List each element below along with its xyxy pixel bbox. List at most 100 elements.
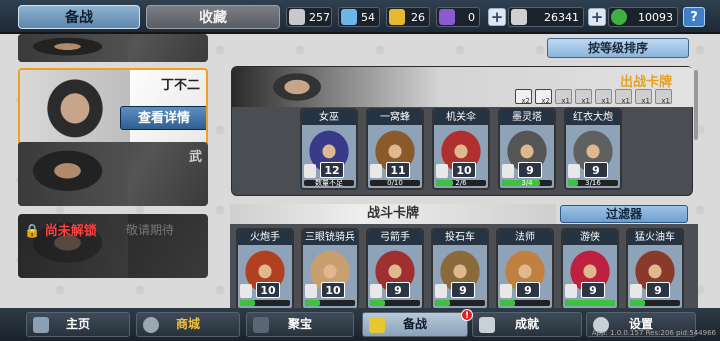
- unit-type-icon: [436, 164, 448, 178]
- silver-gem-icon: [289, 9, 305, 25]
- deck-slot: x1: [555, 89, 572, 105]
- resource-gem: 10093: [608, 7, 678, 27]
- unit-card[interactable]: 红衣大炮 9 3/16: [564, 108, 622, 190]
- shop-icon: [143, 317, 159, 333]
- unit-type-icon: [304, 164, 316, 178]
- tab-prep[interactable]: 备战: [18, 5, 140, 29]
- unit-type-icon: [502, 164, 514, 178]
- hero-card[interactable]: 武: [18, 142, 208, 206]
- card-progress-fill: [630, 300, 645, 306]
- deck-banner: 出战卡牌 x2 x2 x1 x1 x1 x1 x1 x1: [232, 67, 694, 107]
- card-level: 12: [320, 162, 344, 178]
- nav-home[interactable]: 主页: [26, 312, 130, 337]
- nav-shop[interactable]: 商城: [136, 312, 240, 337]
- hero-portrait: [18, 142, 128, 206]
- card-progress-bar: [630, 300, 680, 306]
- locked-sub: 敬请期待: [126, 223, 175, 237]
- deck-scrollbar[interactable]: [694, 70, 698, 140]
- achievement-icon: [479, 317, 495, 333]
- nav-achievement[interactable]: 成就: [472, 312, 582, 337]
- purple-token-icon: [439, 9, 455, 25]
- nav-label: 聚宝: [287, 317, 312, 331]
- unit-card[interactable]: 火炮手 10: [236, 228, 294, 310]
- tab-collection[interactable]: 收藏: [146, 5, 280, 29]
- battle-prep-icon: [369, 317, 385, 333]
- unit-card[interactable]: 弓箭手 9: [366, 228, 424, 310]
- card-level: 9: [516, 282, 540, 298]
- add-gem-button[interactable]: +: [588, 8, 606, 26]
- card-progress-bar: [435, 300, 485, 306]
- card-name: 机关伞: [434, 110, 488, 125]
- card-level: 9: [584, 162, 608, 178]
- coin-icon: [511, 9, 527, 25]
- battle-cards-header: 战斗卡牌: [230, 204, 556, 224]
- unit-type-icon: [568, 164, 580, 178]
- top-bar: 备战 收藏 257 54 26 0 + 26341 + 10093 ?: [0, 0, 720, 34]
- unit-card[interactable]: 机关伞 10 2/6: [432, 108, 490, 190]
- hero-banner-portrait: [262, 67, 332, 107]
- unit-card[interactable]: 一窝蜂 11 0/10: [366, 108, 424, 190]
- card-count: 3/16: [585, 179, 601, 187]
- unit-card[interactable]: 法师 9: [496, 228, 554, 310]
- unit-type-icon: [370, 164, 382, 178]
- hero-portrait: [18, 34, 128, 62]
- unit-card[interactable]: 墨灵塔 9 3/4: [498, 108, 556, 190]
- deck-title: 出战卡牌: [619, 75, 672, 90]
- card-name: 红衣大炮: [566, 110, 620, 125]
- card-name: 一窝蜂: [368, 110, 422, 125]
- hero-card-partial[interactable]: [18, 34, 208, 62]
- hero-list[interactable]: 丁不二 查看详情 武 🔒 尚未解锁 敬请期待: [14, 34, 212, 306]
- unit-type-icon: [240, 284, 252, 298]
- help-button[interactable]: ?: [683, 7, 705, 27]
- card-progress-fill: [370, 300, 385, 306]
- green-gem-icon: [611, 9, 627, 25]
- card-level: 9: [518, 162, 542, 178]
- unit-card[interactable]: 猛火油车 9: [626, 228, 684, 310]
- card-name: 投石车: [433, 230, 487, 245]
- resource-silver: 257: [286, 7, 332, 27]
- card-count: 0/10: [387, 179, 403, 187]
- card-progress-fill: [500, 300, 515, 306]
- card-progress-bar: [240, 300, 290, 306]
- unit-card[interactable]: 游侠 9: [561, 228, 619, 310]
- view-details-button[interactable]: 查看详情: [120, 106, 206, 130]
- resource-crystal: 54: [338, 7, 380, 27]
- nav-label: 主页: [65, 317, 90, 331]
- nav-label: 商城: [175, 317, 200, 331]
- card-name: 三眼铳骑兵: [303, 230, 357, 245]
- card-name: 火炮手: [238, 230, 292, 245]
- card-level: 10: [452, 162, 476, 178]
- nav-treasure[interactable]: 聚宝: [246, 312, 354, 337]
- card-level: 10: [256, 282, 280, 298]
- sort-by-level-button[interactable]: 按等级排序: [547, 38, 689, 58]
- unit-type-icon: [435, 284, 447, 298]
- deck-slot: x1: [575, 89, 592, 105]
- unit-card[interactable]: 女巫 12 数量不足: [300, 108, 358, 190]
- card-progress-fill: [565, 300, 615, 306]
- card-count: 2/6: [455, 179, 467, 187]
- resource-value: 26: [411, 11, 425, 24]
- card-progress-bar: [305, 300, 355, 306]
- gold-token-icon: [389, 9, 405, 25]
- card-count: 3/4: [521, 179, 533, 187]
- resource-coin: 26341: [508, 7, 584, 27]
- card-progress-bar: [565, 300, 615, 306]
- treasure-icon: [253, 317, 269, 333]
- card-progress-bar: [500, 300, 550, 306]
- deck-slot: x2: [515, 89, 532, 105]
- resource-value: 0: [468, 11, 475, 24]
- resource-gold: 26: [386, 7, 430, 27]
- card-level: 9: [646, 282, 670, 298]
- hero-card-locked[interactable]: 🔒 尚未解锁 敬请期待: [18, 214, 208, 278]
- unit-type-icon: [565, 284, 577, 298]
- card-name: 墨灵塔: [500, 110, 554, 125]
- add-coin-button[interactable]: +: [488, 8, 506, 26]
- nav-prep[interactable]: 备战: [362, 312, 468, 337]
- unit-card[interactable]: 投石车 9: [431, 228, 489, 310]
- locked-text: 尚未解锁: [44, 224, 97, 239]
- card-count: 数量不足: [315, 179, 343, 187]
- filter-button[interactable]: 过滤器: [560, 205, 688, 223]
- unit-card[interactable]: 三眼铳骑兵 10: [301, 228, 359, 310]
- card-level: 9: [386, 282, 410, 298]
- unit-type-icon: [370, 284, 382, 298]
